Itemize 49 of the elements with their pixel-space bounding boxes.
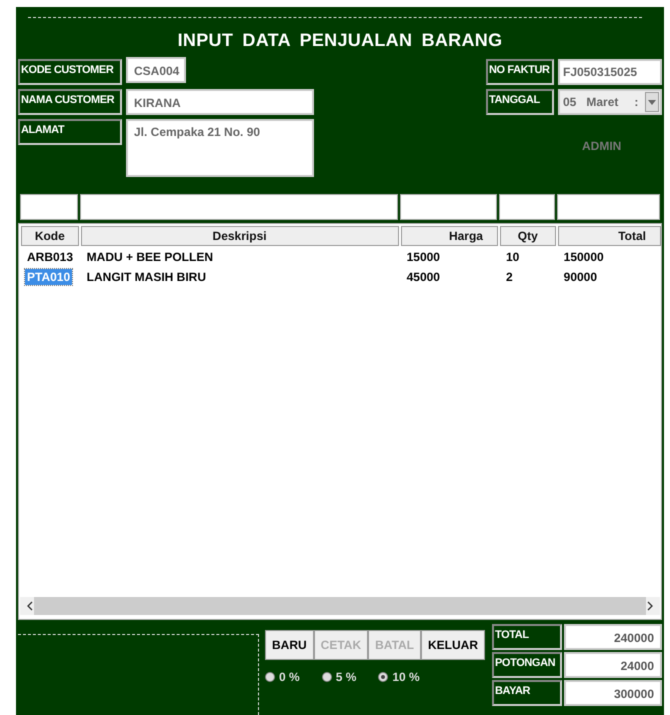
scroll-right-icon[interactable] xyxy=(646,601,654,611)
input-field[interactable]: FJ050315025 xyxy=(558,59,662,85)
table-cell[interactable]: 45000 xyxy=(404,269,442,286)
table-cell[interactable]: 10 xyxy=(504,249,522,266)
table-cell[interactable]: 150000 xyxy=(562,249,606,266)
input-field[interactable] xyxy=(20,194,78,220)
radio-label: 0 % xyxy=(279,670,300,684)
input-field[interactable]: 24000 xyxy=(564,652,662,678)
horizontal-scrollbar[interactable] xyxy=(20,597,660,615)
input-field[interactable] xyxy=(80,194,398,220)
date-picker[interactable]: 05 Maret : xyxy=(558,89,662,115)
input-field[interactable]: KIRANA xyxy=(126,89,314,115)
action-button[interactable]: KELUAR xyxy=(421,630,486,660)
radio-button[interactable] xyxy=(378,672,388,682)
action-button[interactable]: BARU xyxy=(265,630,314,660)
column-header[interactable]: Qty xyxy=(500,226,556,246)
column-header[interactable]: Deskripsi xyxy=(80,226,398,246)
user-label: ADMIN xyxy=(582,139,622,153)
input-field[interactable]: 240000 xyxy=(564,624,662,650)
column-header[interactable]: Harga xyxy=(400,226,498,246)
table-cell[interactable]: 2 xyxy=(504,269,515,286)
input-field[interactable] xyxy=(400,194,497,220)
radio-button[interactable] xyxy=(322,672,332,682)
radio-label: 5 % xyxy=(336,670,356,684)
field-label: NAMA CUSTOMER xyxy=(18,89,122,115)
table-cell[interactable]: ARB013 xyxy=(25,249,76,266)
field-label: ALAMAT xyxy=(18,119,122,145)
input-field[interactable]: CSA004 xyxy=(126,57,186,83)
field-label: TANGGAL xyxy=(486,89,554,115)
input-field[interactable] xyxy=(556,194,660,220)
table-cell[interactable]: 90000 xyxy=(562,269,600,286)
form-title: INPUT DATA PENJUALAN BARANG xyxy=(176,30,504,51)
table-cell[interactable]: LANGIT MASIH BIRU xyxy=(84,269,208,286)
field-label: NO FAKTUR xyxy=(486,59,554,85)
input-field[interactable]: Jl. Cempaka 21 No. 90 xyxy=(126,119,314,177)
field-label: TOTAL xyxy=(492,624,562,650)
field-label: KODE CUSTOMER xyxy=(18,59,122,85)
scroll-left-icon[interactable] xyxy=(26,601,34,611)
radio-label: 10 % xyxy=(392,670,420,684)
input-field[interactable] xyxy=(499,194,555,220)
dropdown-icon[interactable] xyxy=(648,100,656,104)
field-label: BAYAR xyxy=(492,680,562,706)
table-cell[interactable]: 15000 xyxy=(404,249,442,266)
field-label: POTONGAN xyxy=(492,652,562,678)
column-header[interactable]: Kode xyxy=(21,226,79,246)
input-field[interactable]: 300000 xyxy=(564,680,662,706)
column-header[interactable]: Total xyxy=(558,226,661,246)
radio-button[interactable] xyxy=(265,672,275,682)
table-cell[interactable]: MADU + BEE POLLEN xyxy=(84,249,216,266)
